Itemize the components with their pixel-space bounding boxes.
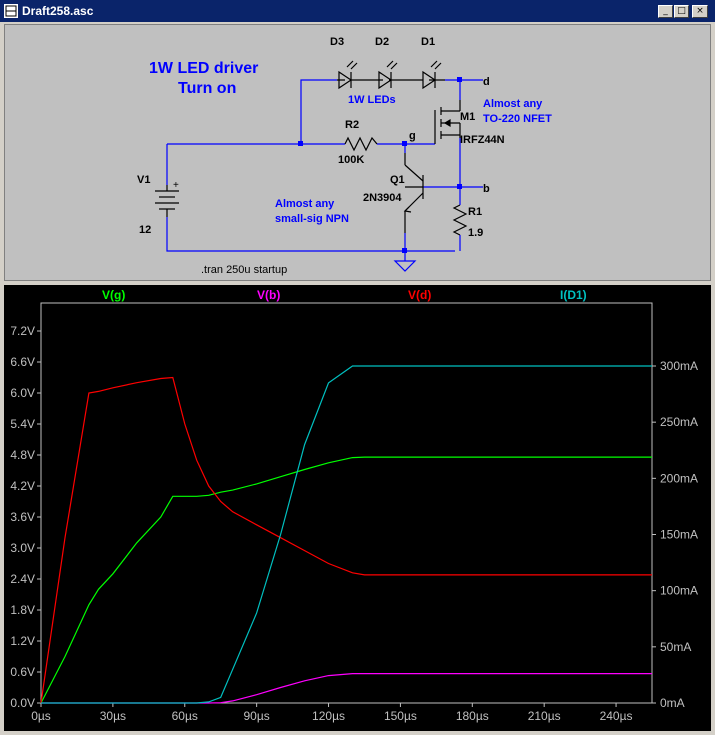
- y-left-tick-label: 5.4V: [10, 417, 35, 431]
- led-chain: [337, 60, 445, 90]
- y-left-tick-label: 0.6V: [10, 665, 35, 679]
- m1-note-line1: Almost any: [483, 98, 543, 110]
- maximize-button[interactable]: □: [674, 5, 689, 18]
- series-line-g: [40, 456, 652, 704]
- y-left-tick-label: 7.2V: [10, 324, 35, 338]
- r2-label: R2: [345, 119, 359, 131]
- node-b-label: b: [483, 183, 490, 195]
- tran-directive[interactable]: .tran 250u startup: [201, 264, 287, 276]
- d1-label: D1: [421, 36, 435, 48]
- resistor-r2: [344, 136, 378, 152]
- x-tick-label: 90µs: [244, 709, 270, 723]
- resistor-r1: [452, 204, 468, 236]
- waveform-pane[interactable]: 7.2V 6.6V 6.0V 5.4V 4.8V 4.2V 3.6V 3.0V 2.4V 1.8V…: [4, 285, 711, 731]
- plot-frame: [40, 302, 653, 704]
- schematic-canvas[interactable]: 1W LED driver Turn on D3 D2 D1 1W LEDs d…: [5, 25, 710, 280]
- x-tick-label: 180µs: [456, 709, 489, 723]
- waveform-canvas[interactable]: 7.2V 6.6V 6.0V 5.4V 4.8V 4.2V 3.6V 3.0V 2.4V 1.8V…: [4, 285, 711, 731]
- trace-label-vb[interactable]: V(b): [257, 288, 280, 302]
- trace-label-id1[interactable]: I(D1): [560, 288, 587, 302]
- m1-note-line2: TO-220 NFET: [483, 113, 552, 125]
- y-right-tick-label: 300mA: [660, 359, 698, 373]
- x-tick-label: 30µs: [100, 709, 126, 723]
- minimize-button[interactable]: _: [658, 5, 673, 18]
- node-d-label: d: [483, 76, 490, 88]
- y-left-tick-label: 6.6V: [10, 355, 35, 369]
- q1-note-line2: small-sig NPN: [275, 213, 349, 225]
- r1-label: R1: [468, 206, 482, 218]
- x-tick-label: 60µs: [172, 709, 198, 723]
- y-left-tick-label: 4.2V: [10, 479, 35, 493]
- v1-value: 12: [139, 224, 151, 236]
- trace-label-vd[interactable]: V(d): [408, 288, 431, 302]
- plot-ticks: 7.2V 6.6V 6.0V 5.4V 4.8V 4.2V 3.6V 3.0V 2.4V 1.8V…: [10, 324, 698, 723]
- y-right-tick-label: 200mA: [660, 471, 698, 485]
- y-left-tick-label: 1.2V: [10, 634, 35, 648]
- d2-label: D2: [375, 36, 389, 48]
- schematic-title-line1: 1W LED driver: [149, 60, 258, 77]
- y-right-tick-label: 0mA: [660, 696, 685, 710]
- y-right-tick-label: 50mA: [660, 640, 691, 654]
- x-tick-label: 150µs: [384, 709, 417, 723]
- trace-label-vg[interactable]: V(g): [102, 288, 125, 302]
- m1-part-label: IRFZ44N: [460, 134, 505, 146]
- y-left-tick-label: 6.0V: [10, 386, 35, 400]
- transistor-q1: [403, 153, 424, 233]
- close-button[interactable]: ×: [692, 5, 708, 18]
- series-line-b: [41, 673, 652, 704]
- y-left-tick-label: 3.6V: [10, 510, 35, 524]
- trace-headers[interactable]: V(g) V(b) V(d) I(D1): [102, 288, 587, 302]
- q1-label: Q1: [390, 174, 405, 186]
- r1-value: 1.9: [468, 227, 483, 239]
- v1-plus-sign: +: [173, 180, 179, 191]
- x-tick-label: 0µs: [31, 709, 51, 723]
- plot-border: [40, 302, 653, 704]
- leds-note: 1W LEDs: [348, 94, 396, 106]
- y-left-tick-label: 3.0V: [10, 541, 35, 555]
- v1-label: V1: [137, 174, 150, 186]
- y-left-tick-label: 4.8V: [10, 448, 35, 462]
- q1-note-line1: Almost any: [275, 198, 335, 210]
- y-left-tick-label: 0.0V: [10, 696, 35, 710]
- x-tick-label: 120µs: [312, 709, 345, 723]
- window-title: Draft258.asc: [22, 4, 94, 18]
- q1-part-label: 2N3904: [363, 192, 402, 204]
- y-right-tick-label: 100mA: [660, 584, 698, 598]
- ground-symbol: [393, 260, 417, 272]
- y-left-tick-label: 2.4V: [10, 572, 35, 586]
- window-titlebar[interactable]: Draft258.asc _ □ ×: [0, 0, 715, 22]
- y-left-tick-label: 1.8V: [10, 603, 35, 617]
- series-line-i: [41, 365, 652, 704]
- y-right-tick-label: 150mA: [660, 528, 698, 542]
- y-right-tick-label: 250mA: [660, 415, 698, 429]
- app-icon: [4, 4, 18, 18]
- r2-value: 100K: [338, 154, 364, 166]
- wires: [166, 79, 483, 261]
- node-g-label: g: [409, 130, 416, 142]
- schematic-title-line2: Turn on: [178, 80, 236, 97]
- mosfet-m1: [434, 100, 461, 144]
- schematic-pane[interactable]: 1W LED driver Turn on D3 D2 D1 1W LEDs d…: [4, 24, 711, 281]
- m1-label: M1: [460, 111, 475, 123]
- series-line-d: [40, 376, 652, 704]
- x-tick-label: 210µs: [528, 709, 561, 723]
- d3-label: D3: [330, 36, 344, 48]
- trace-lines: [40, 365, 652, 704]
- x-tick-label: 240µs: [600, 709, 633, 723]
